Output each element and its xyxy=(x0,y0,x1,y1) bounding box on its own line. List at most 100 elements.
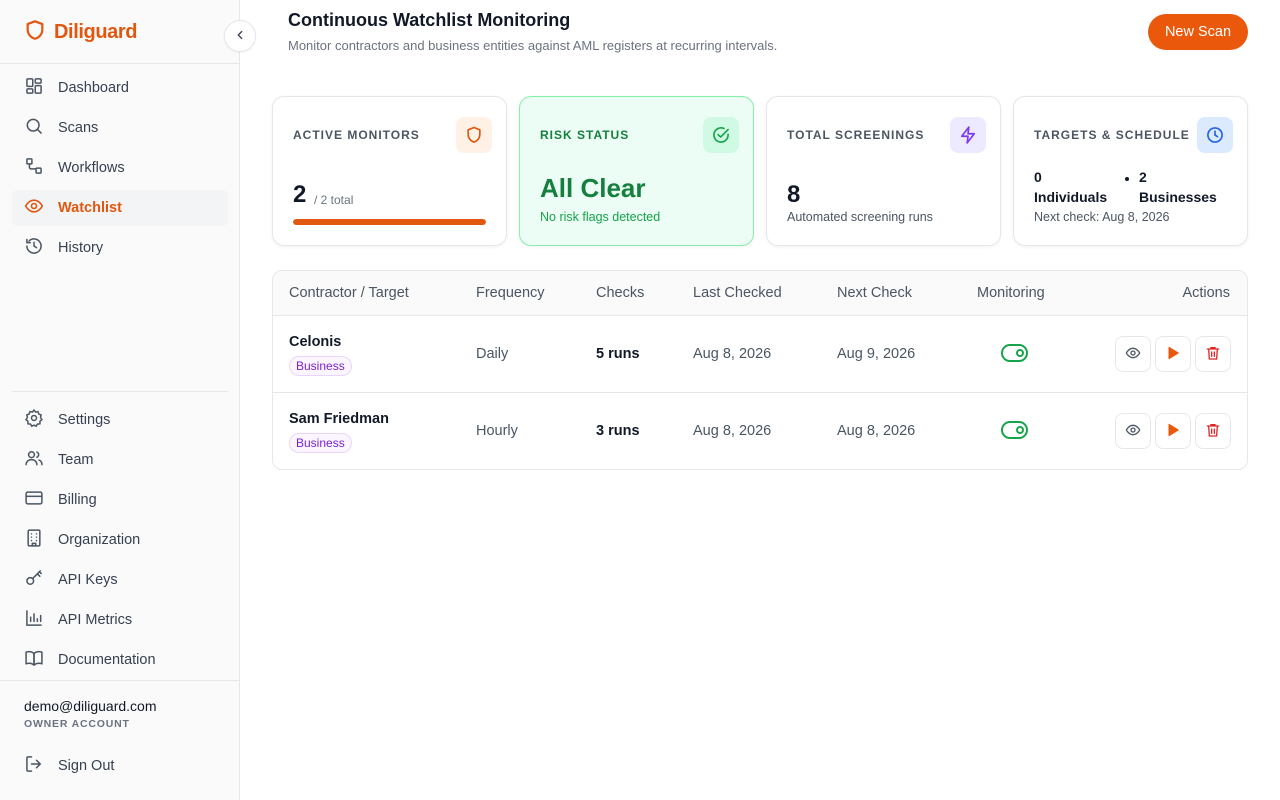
type-badge: Business xyxy=(289,433,352,453)
sidebar-item-billing[interactable]: Billing xyxy=(12,482,228,518)
brand-name: Diliguard xyxy=(54,20,138,43)
risk-status-value: All Clear xyxy=(540,173,646,203)
sidebar-item-label: Organization xyxy=(58,532,141,548)
sidebar-item-label: Team xyxy=(58,452,94,468)
individuals-label: Individuals xyxy=(1034,189,1108,205)
frequency: Daily xyxy=(476,346,509,362)
sidebar-item-team[interactable]: Team xyxy=(12,442,228,478)
sidebar-item-watchlist[interactable]: Watchlist xyxy=(12,190,228,226)
primary-nav: Dashboard Scans Workflows Watchlist Hist… xyxy=(12,70,228,270)
view-button[interactable] xyxy=(1115,413,1151,449)
divider xyxy=(0,63,239,64)
shield-icon xyxy=(456,117,492,153)
sidebar-item-label: Watchlist xyxy=(58,200,122,216)
shield-logo-icon xyxy=(24,19,46,46)
gear-icon xyxy=(24,408,44,432)
page-subtitle: Monitor contractors and business entitie… xyxy=(288,38,778,53)
sidebar-item-label: Settings xyxy=(58,412,111,428)
sidebar: Diliguard Dashboard Scans Workflows Watc… xyxy=(0,0,240,800)
sidebar-item-workflows[interactable]: Workflows xyxy=(12,150,228,186)
dashboard-icon xyxy=(24,76,44,100)
table-header: Contractor / Target Frequency Checks Las… xyxy=(273,271,1247,316)
delete-button[interactable] xyxy=(1195,413,1231,449)
next-check: Aug 8, 2026 xyxy=(837,423,916,439)
play-icon xyxy=(1165,422,1181,441)
view-button[interactable] xyxy=(1115,336,1151,372)
monitoring-toggle[interactable] xyxy=(1001,344,1028,362)
collapse-sidebar-button[interactable] xyxy=(224,20,256,52)
column-header: Last Checked xyxy=(693,285,782,301)
run-scan-button[interactable] xyxy=(1155,413,1191,449)
eye-icon xyxy=(1125,422,1141,441)
watchlist-table: Contractor / Target Frequency Checks Las… xyxy=(272,270,1248,470)
frequency: Hourly xyxy=(476,423,518,439)
sidebar-item-dashboard[interactable]: Dashboard xyxy=(12,70,228,106)
column-header: Actions xyxy=(1182,285,1230,301)
sidebar-item-organization[interactable]: Organization xyxy=(12,522,228,558)
credit-card-icon xyxy=(24,488,44,512)
workflow-icon xyxy=(24,156,44,180)
contractor-name: Sam Friedman xyxy=(289,411,389,427)
sidebar-item-label: Workflows xyxy=(58,160,125,176)
eye-icon xyxy=(1125,345,1141,364)
sidebar-item-scans[interactable]: Scans xyxy=(12,110,228,146)
sign-out-button[interactable]: Sign Out xyxy=(12,748,228,784)
next-check-text: Next check: Aug 8, 2026 xyxy=(1034,210,1170,224)
trash-icon xyxy=(1205,422,1221,441)
last-checked: Aug 8, 2026 xyxy=(693,423,772,439)
monitoring-toggle[interactable] xyxy=(1001,421,1028,439)
checks-count: 3 runs xyxy=(596,423,640,439)
new-scan-button[interactable]: New Scan xyxy=(1148,14,1248,50)
contractor-name: Celonis xyxy=(289,334,342,350)
businesses-label: Businesses xyxy=(1139,189,1217,205)
sidebar-item-history[interactable]: History xyxy=(12,230,228,266)
total-screenings-value: 8 xyxy=(787,181,801,208)
delete-button[interactable] xyxy=(1195,336,1231,372)
individuals-stat: 0 Individuals xyxy=(1034,167,1107,207)
secondary-nav: Settings Team Billing Organization API K… xyxy=(12,402,228,682)
user-role: OWNER ACCOUNT xyxy=(24,718,130,730)
run-scan-button[interactable] xyxy=(1155,336,1191,372)
businesses-count: 2 xyxy=(1139,169,1147,185)
sidebar-item-label: API Keys xyxy=(58,572,118,588)
book-icon xyxy=(24,648,44,672)
card-label: RISK STATUS xyxy=(540,128,630,142)
card-label: TARGETS & SCHEDULE xyxy=(1034,128,1190,142)
last-checked: Aug 8, 2026 xyxy=(693,346,772,362)
type-badge: Business xyxy=(289,356,352,376)
trash-icon xyxy=(1205,345,1221,364)
sidebar-item-label: History xyxy=(58,240,104,256)
sidebar-item-label: Billing xyxy=(58,492,97,508)
individuals-count: 0 xyxy=(1034,169,1042,185)
active-monitors-card: ACTIVE MONITORS 2 / 2 total xyxy=(272,96,507,246)
play-icon xyxy=(1165,345,1181,364)
chevron-left-icon xyxy=(233,28,247,45)
sign-out-label: Sign Out xyxy=(58,758,115,774)
column-header: Checks xyxy=(596,285,645,301)
sidebar-item-api-keys[interactable]: API Keys xyxy=(12,562,228,598)
table-row: Celonis Business Daily 5 runs Aug 8, 202… xyxy=(273,316,1247,393)
history-icon xyxy=(24,236,44,260)
sidebar-item-documentation[interactable]: Documentation xyxy=(12,642,228,678)
total-screenings-sub: Automated screening runs xyxy=(787,210,933,224)
active-monitors-progress xyxy=(293,219,486,225)
lightning-icon xyxy=(950,117,986,153)
active-monitors-value: 2 xyxy=(293,181,307,208)
search-icon xyxy=(24,116,44,140)
page-title: Continuous Watchlist Monitoring xyxy=(288,10,571,30)
key-icon xyxy=(24,568,44,592)
user-email: demo@diliguard.com xyxy=(24,698,157,714)
total-screenings-card: TOTAL SCREENINGS 8 Automated screening r… xyxy=(766,96,1001,246)
column-header: Monitoring xyxy=(977,285,1045,301)
sidebar-item-settings[interactable]: Settings xyxy=(12,402,228,438)
sidebar-item-label: Scans xyxy=(58,120,99,136)
divider xyxy=(0,680,239,681)
signout-container: Sign Out xyxy=(12,748,228,788)
sidebar-item-api-metrics[interactable]: API Metrics xyxy=(12,602,228,638)
sidebar-item-label: Dashboard xyxy=(58,80,129,96)
brand-logo[interactable]: Diliguard xyxy=(24,18,137,46)
clock-icon xyxy=(1197,117,1233,153)
column-header: Next Check xyxy=(837,285,912,301)
risk-status-card: RISK STATUS All Clear No risk flags dete… xyxy=(519,96,754,246)
checks-count: 5 runs xyxy=(596,346,640,362)
